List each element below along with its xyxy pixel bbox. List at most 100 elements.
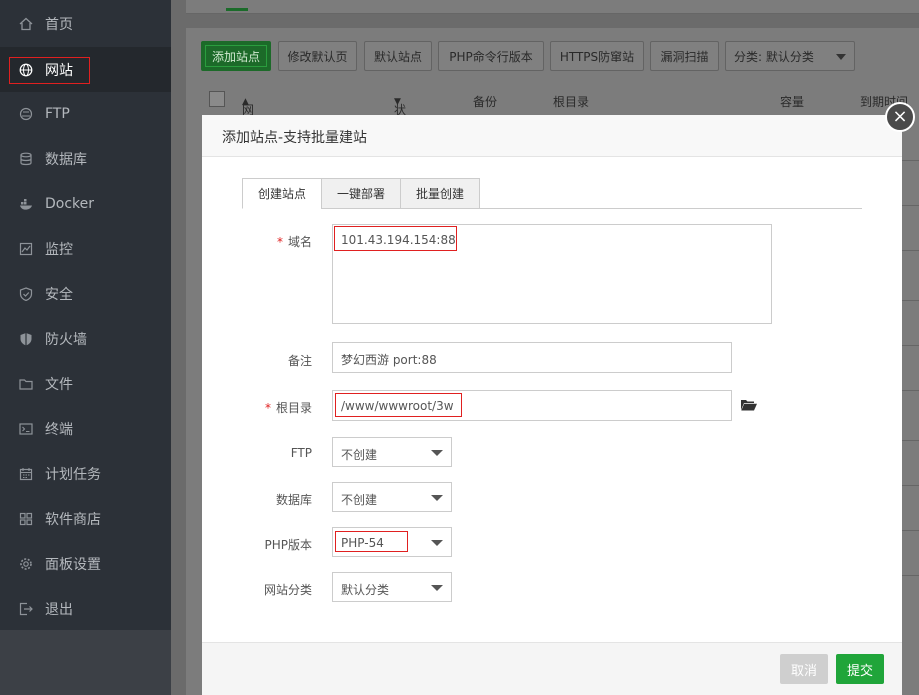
sidebar-item-label: FTP — [45, 105, 70, 122]
sidebar-item-label: 防火墙 — [45, 331, 87, 348]
logout-icon — [18, 601, 34, 617]
sidebar-item-label: 终端 — [45, 421, 73, 438]
button-label: 修改默认页 — [287, 49, 348, 64]
sidebar-item-label: 退出 — [45, 601, 73, 618]
sidebar-item-label: Docker — [45, 195, 95, 212]
row-divider — [902, 575, 919, 576]
database-icon — [18, 151, 34, 167]
note-label: 备注 — [287, 354, 312, 368]
monitor-icon — [18, 241, 34, 257]
field-value: 梦幻西游 port:88 — [341, 353, 437, 367]
sidebar-item-terminal[interactable]: 终端 — [0, 406, 171, 451]
close-icon: × — [892, 106, 908, 127]
firewall-icon — [18, 331, 34, 347]
sidebar-item-label: 监控 — [45, 241, 73, 258]
dialog-tabs: 创建站点 一键部署 批量创建 — [242, 178, 862, 209]
site-table-header: 网站名 ▲ 状态 ▼ 备份 根目录 容量 到期时间 — [200, 85, 919, 151]
sidebar-item-label: 安全 — [45, 286, 73, 303]
dialog-footer: 取消 提交 — [202, 642, 902, 695]
default-site-button[interactable]: 默认站点 — [364, 41, 432, 71]
col-header-name[interactable]: 网站名 ▲ — [242, 93, 254, 151]
add-site-dialog: 添加站点-支持批量建站 创建站点 一键部署 批量创建 * 域名 101.43.19… — [202, 115, 902, 695]
database-select[interactable]: 不创建 — [332, 482, 452, 512]
select-value: 默认分类 — [341, 583, 390, 597]
row-divider — [902, 250, 919, 251]
calendar-icon — [18, 466, 34, 482]
select-value: 不创建 — [341, 448, 378, 462]
close-dialog-button[interactable]: × — [885, 102, 915, 132]
highlight-box — [9, 57, 90, 84]
sidebar-item-home[interactable]: 首页 — [0, 1, 171, 46]
sidebar-item-security[interactable]: 安全 — [0, 271, 171, 316]
sidebar-footer — [0, 630, 171, 695]
dialog-header: 添加站点-支持批量建站 — [202, 115, 902, 157]
vuln-scan-button[interactable]: 漏洞扫描 — [650, 41, 719, 71]
col-header-size: 容量 — [780, 95, 805, 109]
sidebar-item-firewall[interactable]: 防火墙 — [0, 316, 171, 361]
cancel-button[interactable]: 取消 — [780, 654, 828, 684]
sidebar-item-logout[interactable]: 退出 — [0, 586, 171, 631]
tab-batch-create[interactable]: 批量创建 — [400, 178, 480, 209]
docker-icon — [18, 196, 34, 212]
sidebar-item-settings[interactable]: 面板设置 — [0, 541, 171, 586]
shield-icon — [18, 286, 34, 302]
dialog-title: 添加站点-支持批量建站 — [222, 130, 368, 146]
sidebar-item-store[interactable]: 软件商店 — [0, 496, 171, 541]
highlight-box — [334, 226, 457, 251]
gear-icon — [18, 556, 34, 572]
select-value: 不创建 — [341, 493, 378, 507]
col-header-backup: 备份 — [473, 95, 498, 109]
label-text: 根目录 — [275, 401, 312, 415]
button-label: 取消 — [790, 663, 817, 679]
submit-button[interactable]: 提交 — [836, 654, 884, 684]
col-header-status[interactable]: 状态 ▼ — [394, 93, 406, 134]
label-text: 域名 — [287, 235, 312, 249]
note-input[interactable]: 梦幻西游 port:88 — [332, 342, 732, 373]
col-header-root: 根目录 — [553, 95, 590, 109]
row-divider — [902, 205, 919, 206]
chevron-down-icon — [431, 585, 443, 591]
php-cli-version-button[interactable]: PHP命令行版本 — [438, 41, 544, 71]
tab-label: 一键部署 — [336, 187, 385, 201]
button-label: 默认站点 — [373, 49, 422, 64]
sidebar-item-files[interactable]: 文件 — [0, 361, 171, 406]
sidebar-item-label: 数据库 — [45, 151, 87, 168]
https-guard-button[interactable]: HTTPS防窜站 — [550, 41, 644, 71]
tab-create-site[interactable]: 创建站点 — [242, 178, 322, 209]
site-category-select[interactable]: 默认分类 — [332, 572, 452, 602]
sidebar-item-label: 面板设置 — [45, 556, 101, 573]
sidebar-item-database[interactable]: 数据库 — [0, 136, 171, 181]
folder-open-icon[interactable] — [741, 399, 757, 411]
home-icon — [18, 16, 34, 32]
modify-default-page-button[interactable]: 修改默认页 — [278, 41, 357, 71]
select-value: 分类: 默认分类 — [734, 49, 814, 64]
row-divider — [902, 440, 919, 441]
select-all-checkbox[interactable] — [209, 91, 225, 107]
chevron-down-icon — [431, 450, 443, 456]
site-category-label: 网站分类 — [263, 583, 312, 597]
sidebar-item-docker[interactable]: Docker — [0, 181, 171, 226]
sidebar-item-label: 首页 — [45, 16, 73, 33]
category-filter-select[interactable]: 分类: 默认分类 — [725, 41, 855, 71]
tab-label: 批量创建 — [415, 187, 464, 201]
ftp-select[interactable]: 不创建 — [332, 437, 452, 467]
sidebar-item-ftp[interactable]: FTP — [0, 91, 171, 136]
ftp-icon — [18, 106, 34, 122]
chevron-down-icon — [431, 540, 443, 546]
sidebar-item-label: 计划任务 — [45, 466, 101, 483]
sidebar-item-cron[interactable]: 计划任务 — [0, 451, 171, 496]
row-divider — [902, 390, 919, 391]
root-dir-label: * 根目录 — [202, 399, 312, 416]
domain-label: * 域名 — [202, 233, 312, 250]
database-label: 数据库 — [275, 493, 312, 507]
tab-label: 创建站点 — [257, 187, 306, 201]
top-card — [186, 0, 919, 14]
tab-one-click-deploy[interactable]: 一键部署 — [321, 178, 401, 209]
apps-icon — [18, 511, 34, 527]
row-divider — [902, 485, 919, 486]
sidebar-item-monitor[interactable]: 监控 — [0, 226, 171, 271]
active-tab-indicator — [226, 8, 248, 11]
chevron-down-icon — [836, 54, 846, 60]
terminal-icon — [18, 421, 34, 437]
add-site-button[interactable]: 添加站点 — [201, 41, 271, 71]
